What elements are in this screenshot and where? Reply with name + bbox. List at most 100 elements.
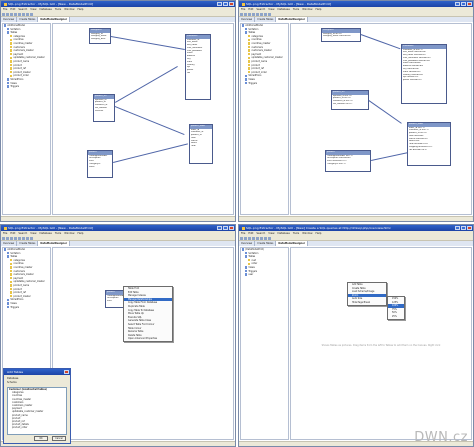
tree-item[interactable]: user: [241, 273, 288, 277]
maximize-button[interactable]: [461, 2, 466, 6]
table-box[interactable]: product_ref operator_id product_id comment_…: [93, 94, 115, 122]
menu-view[interactable]: View: [268, 8, 274, 11]
menu-database[interactable]: Database: [277, 232, 289, 235]
table-box[interactable]: product_order order_id customer_id product_…: [189, 124, 213, 164]
table-box[interactable]: product CatalogueNumber int(11) Descriptio…: [325, 150, 371, 172]
menu-database[interactable]: Database: [39, 8, 51, 11]
menu-tools[interactable]: Tools: [55, 232, 61, 235]
new-icon[interactable]: [240, 13, 243, 16]
menu-tools[interactable]: Tools: [293, 232, 299, 235]
cancel-button[interactable]: Cancel: [52, 436, 66, 441]
menu-search[interactable]: Search: [18, 8, 27, 11]
cut-icon[interactable]: [256, 13, 259, 16]
cut-icon[interactable]: [256, 237, 259, 240]
tab-overview[interactable]: Overview: [239, 17, 256, 22]
minimize-button[interactable]: [217, 226, 222, 230]
print-icon[interactable]: [14, 13, 17, 16]
ok-button[interactable]: OK: [34, 436, 48, 441]
tree-item[interactable]: Triggers: [241, 82, 288, 86]
menu-item[interactable]: 25%: [388, 315, 404, 319]
menu-view[interactable]: View: [30, 8, 36, 11]
maximize-button[interactable]: [223, 226, 228, 230]
tab-create-tables[interactable]: Create Tables: [255, 17, 277, 22]
menu-edit[interactable]: Edit: [248, 8, 253, 11]
table-box[interactable]: categories category_id category_name catego…: [89, 28, 111, 44]
tab-data-model-designer[interactable]: DataModelDesigner: [38, 17, 70, 22]
table-box[interactable]: categories category_id int(11) category_na…: [321, 28, 361, 42]
run-icon[interactable]: [30, 237, 33, 240]
designer-canvas[interactable]: Shows Tables as pictures. Drag items fro…: [290, 247, 472, 440]
menu-window[interactable]: Window: [302, 232, 312, 235]
save-icon[interactable]: [248, 13, 251, 16]
menu-search[interactable]: Search: [256, 232, 265, 235]
table-box[interactable]: product_order order_id int(11) customer_id…: [407, 122, 451, 166]
tab-overview[interactable]: Overview: [1, 17, 18, 22]
copy-icon[interactable]: [260, 237, 263, 240]
menu-window[interactable]: Window: [302, 8, 312, 11]
close-button[interactable]: [64, 370, 69, 374]
close-button[interactable]: [229, 2, 234, 6]
tab-create-tables[interactable]: Create Tables: [17, 241, 39, 246]
menu-tools[interactable]: Tools: [55, 8, 61, 11]
maximize-button[interactable]: [223, 2, 228, 6]
close-button[interactable]: [467, 2, 472, 6]
minimize-button[interactable]: [217, 2, 222, 6]
minimize-button[interactable]: [455, 226, 460, 230]
menu-edit[interactable]: Edit: [248, 232, 253, 235]
table-box[interactable]: customers customer_id first_name last_name c…: [185, 34, 211, 100]
menu-edit[interactable]: Edit: [10, 8, 15, 11]
menu-edit[interactable]: Edit: [10, 232, 15, 235]
tab-overview[interactable]: Overview: [239, 241, 256, 246]
menu-database[interactable]: Database: [39, 232, 51, 235]
menu-search[interactable]: Search: [18, 232, 27, 235]
dialog-table-item[interactable]: product_order: [9, 426, 66, 429]
open-icon[interactable]: [244, 237, 247, 240]
open-icon[interactable]: [6, 237, 9, 240]
tab-data-model-designer[interactable]: DataModelDesigner: [276, 17, 308, 22]
minimize-button[interactable]: [455, 2, 460, 6]
tree-item[interactable]: Triggers: [3, 85, 50, 89]
menu-window[interactable]: Window: [64, 232, 74, 235]
paste-icon[interactable]: [264, 237, 267, 240]
menu-database[interactable]: Database: [277, 8, 289, 11]
paste-icon[interactable]: [26, 13, 29, 16]
run-icon[interactable]: [268, 13, 271, 16]
table-box[interactable]: product CatalogueNumber Description Price Ca…: [87, 150, 113, 178]
menu-file[interactable]: File: [241, 232, 245, 235]
tab-data-model-designer[interactable]: DataModelDesigner: [38, 241, 70, 246]
cut-icon[interactable]: [18, 13, 21, 16]
designer-canvas[interactable]: categories category_id int(11) category_na…: [290, 23, 472, 215]
save-icon[interactable]: [248, 237, 251, 240]
menu-item[interactable]: Open Advanced Properties: [124, 337, 172, 341]
open-icon[interactable]: [6, 13, 9, 16]
run-icon[interactable]: [30, 13, 33, 16]
menu-search[interactable]: Search: [256, 8, 265, 11]
new-icon[interactable]: [240, 237, 243, 240]
new-icon[interactable]: [2, 237, 5, 240]
menu-file[interactable]: File: [3, 8, 7, 11]
menu-help[interactable]: Help: [77, 232, 83, 235]
tree-item[interactable]: Triggers: [3, 306, 50, 310]
save-icon[interactable]: [10, 237, 13, 240]
menu-help[interactable]: Help: [315, 232, 321, 235]
close-button[interactable]: [229, 226, 234, 230]
menu-help[interactable]: Help: [315, 8, 321, 11]
menu-window[interactable]: Window: [64, 8, 74, 11]
copy-icon[interactable]: [22, 237, 25, 240]
tab-overview[interactable]: Overview: [1, 241, 18, 246]
menu-file[interactable]: File: [241, 8, 245, 11]
menu-item[interactable]: Hide Page Break: [348, 301, 386, 305]
tab-create-tables[interactable]: Create Tables: [17, 17, 39, 22]
save-icon[interactable]: [10, 13, 13, 16]
cut-icon[interactable]: [18, 237, 21, 240]
tab-create-tables[interactable]: Create Tables: [255, 241, 277, 246]
menu-tools[interactable]: Tools: [293, 8, 299, 11]
paste-icon[interactable]: [264, 13, 267, 16]
new-icon[interactable]: [2, 13, 5, 16]
copy-icon[interactable]: [22, 13, 25, 16]
dialog-table-list[interactable]: Customer (localhost:all tables) categori…: [7, 387, 67, 435]
print-icon[interactable]: [14, 237, 17, 240]
maximize-button[interactable]: [461, 226, 466, 230]
menu-help[interactable]: Help: [77, 8, 83, 11]
menu-view[interactable]: View: [268, 232, 274, 235]
